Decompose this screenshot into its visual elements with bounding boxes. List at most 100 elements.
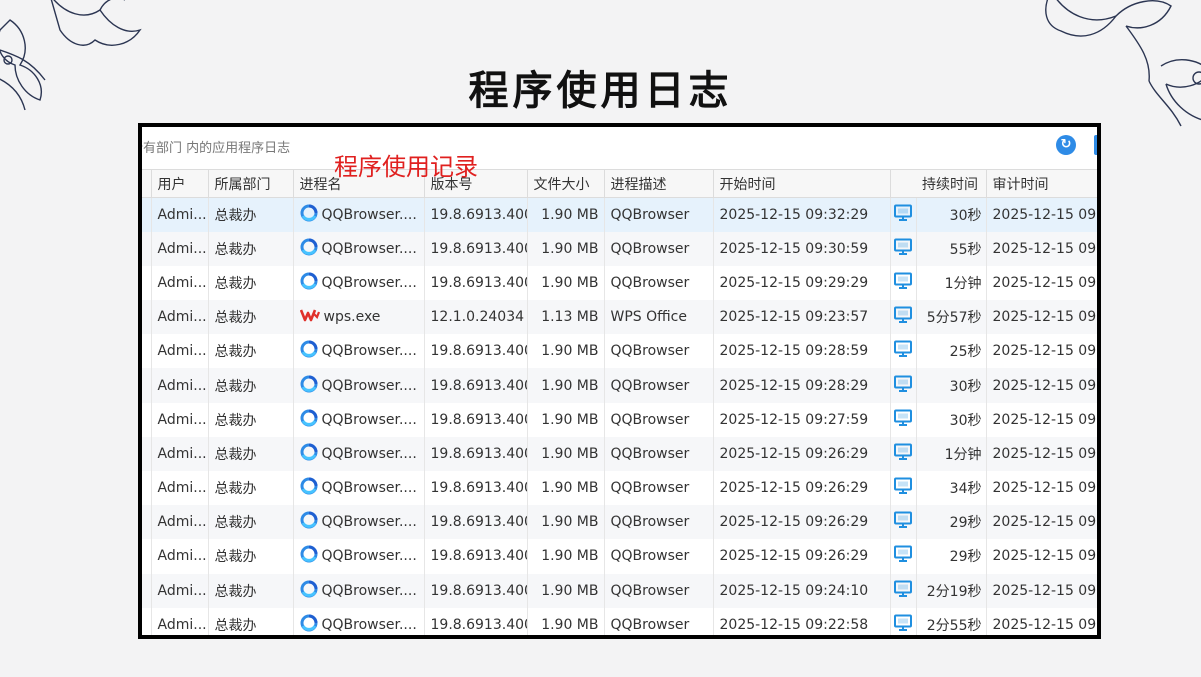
table-row[interactable]: Admi... 总裁办 QQBrowser.... 19.8.6913.400 1.90… [142,471,1097,506]
table-row[interactable]: Admi... 总裁办 QQBrowser.... 19.8.6913.400 1.90… [142,231,1097,266]
table-row[interactable]: Admi... 总裁办 QQBrowser.... 19.8.6913.400 1.90… [142,607,1097,635]
table-row[interactable]: Admi... 总裁办 QQBrowser.... 19.8.6913.400 1.90… [142,573,1097,608]
cell-process-name: QQBrowser.... [293,402,425,437]
row-gutter [142,368,152,403]
cell-description: QQBrowser [604,436,714,471]
column-header-duration[interactable]: 持续时间 [916,169,987,198]
table-row[interactable]: Admi... 总裁办 QQBrowser.... 19.8.6913.400 1.90… [142,197,1097,232]
cell-department: 总裁办 [208,402,294,437]
cell-version: 12.1.0.24034 [424,300,528,335]
cell-start-time: 2025-12-15 09:26:29 [713,539,891,574]
cell-audit-time: 2025-12-15 09:30:3 [986,265,1097,301]
cell-version: 19.8.6913.400 [424,505,528,540]
cell-duration: 1分钟 [916,265,987,301]
cell-audit-time: 2025-12-15 09:27:3 [986,436,1097,471]
monitor-icon[interactable] [893,375,913,397]
cell-user: Admi... [151,436,209,471]
row-gutter [142,231,152,266]
cell-description: QQBrowser [604,197,714,232]
cell-process-name: QQBrowser.... [293,265,425,301]
column-header-audit-time[interactable]: 审计时间 [986,169,1097,198]
monitor-icon[interactable] [893,272,913,294]
table-row[interactable]: Admi... 总裁办 QQBrowser.... 19.8.6913.400 1.90… [142,265,1097,301]
cell-audit-time: 2025-12-15 09:29:2 [986,334,1097,369]
table-row[interactable]: Admi... 总裁办 QQBrowser.... 19.8.6913.400 1.90… [142,368,1097,403]
cell-duration: 55秒 [916,231,987,266]
process-name-text: QQBrowser.... [321,582,417,599]
column-header-process-description[interactable]: 进程描述 [604,169,714,198]
cell-description: QQBrowser [604,471,714,506]
cell-description: WPS Office [604,300,714,335]
cell-monitor [890,573,917,608]
qqbrowser-icon [300,238,318,260]
monitor-icon[interactable] [893,545,913,567]
cell-monitor [890,334,917,369]
table-row[interactable]: Admi... 总裁办 QQBrowser.... 19.8.6913.400 1.90… [142,505,1097,540]
cell-version: 19.8.6913.400 [424,334,528,369]
column-header-user[interactable]: 用户 [151,169,209,198]
cell-user: Admi... [151,573,209,608]
cell-file-size: 1.90 MB [527,368,605,403]
table-row[interactable]: Admi... 总裁办 QQBrowser.... 19.8.6913.400 1.90… [142,539,1097,574]
monitor-icon[interactable] [893,511,913,533]
table-row[interactable]: Admi... 总裁办 QQBrowser.... 19.8.6913.400 1.90… [142,436,1097,471]
table-header: 用户 所属部门 进程名 版本号 文件大小 进程描述 开始时间 持续时间 审计时间 [142,169,1097,198]
cell-duration: 29秒 [916,539,987,574]
cell-description: QQBrowser [604,402,714,437]
column-header-monitor[interactable] [890,169,916,198]
cell-monitor [890,300,917,335]
monitor-icon[interactable] [893,443,913,465]
monitor-icon[interactable] [893,614,913,635]
monitor-icon[interactable] [893,238,913,260]
cell-description: QQBrowser [604,231,714,266]
cell-description: QQBrowser [604,505,714,540]
cell-audit-time: 2025-12-15 09:27:0 [986,471,1097,506]
cell-audit-time: 2025-12-15 09:25:5 [986,607,1097,635]
cell-audit-time: 2025-12-15 09:27:0 [986,539,1097,574]
row-gutter [142,402,152,437]
monitor-icon[interactable] [893,204,913,226]
cell-audit-time: 2025-12-15 09:29:0 [986,368,1097,403]
monitor-icon[interactable] [893,477,913,499]
row-gutter [142,573,152,608]
qqbrowser-icon [300,409,318,431]
table-row[interactable]: Admi... 总裁办 wps.exe 12.1.0.24034 1.13 MB WPS … [142,300,1097,335]
cell-monitor [890,265,917,301]
cell-duration: 5分57秒 [916,300,987,335]
cell-start-time: 2025-12-15 09:22:58 [713,607,891,635]
cell-process-name: QQBrowser.... [293,197,425,232]
row-gutter [142,197,152,232]
cell-file-size: 1.90 MB [527,539,605,574]
monitor-icon[interactable] [893,340,913,362]
refresh-icon[interactable]: ↻ [1056,135,1076,155]
cell-process-name: QQBrowser.... [293,368,425,403]
cell-department: 总裁办 [208,300,294,335]
monitor-icon[interactable] [893,580,913,602]
cell-user: Admi... [151,231,209,266]
process-name-text: QQBrowser.... [321,616,417,633]
row-gutter [142,539,152,574]
monitor-icon[interactable] [893,409,913,431]
cell-file-size: 1.90 MB [527,505,605,540]
process-name-text: QQBrowser.... [321,343,417,360]
qqbrowser-icon [300,340,318,362]
process-name-text: QQBrowser.... [321,548,417,565]
cell-file-size: 1.90 MB [527,334,605,369]
row-gutter [142,471,152,506]
wps-icon [299,307,320,327]
cell-version: 19.8.6913.400 [424,607,528,635]
process-name-text: QQBrowser.... [321,514,417,531]
column-header-start-time[interactable]: 开始时间 [713,169,891,198]
column-header-file-size[interactable]: 文件大小 [527,169,605,198]
cell-start-time: 2025-12-15 09:28:29 [713,368,891,403]
cell-version: 19.8.6913.400 [424,573,528,608]
process-name-text: QQBrowser.... [321,240,417,257]
table-row[interactable]: Admi... 总裁办 QQBrowser.... 19.8.6913.400 1.90… [142,402,1097,437]
cell-version: 19.8.6913.400 [424,265,528,301]
toolbar-button-partial[interactable] [1094,135,1097,155]
table-row[interactable]: Admi... 总裁办 QQBrowser.... 19.8.6913.400 1.90… [142,334,1097,369]
header-gutter [142,169,152,198]
cell-version: 19.8.6913.400 [424,231,528,266]
monitor-icon[interactable] [893,306,913,328]
column-header-department[interactable]: 所属部门 [208,169,294,198]
